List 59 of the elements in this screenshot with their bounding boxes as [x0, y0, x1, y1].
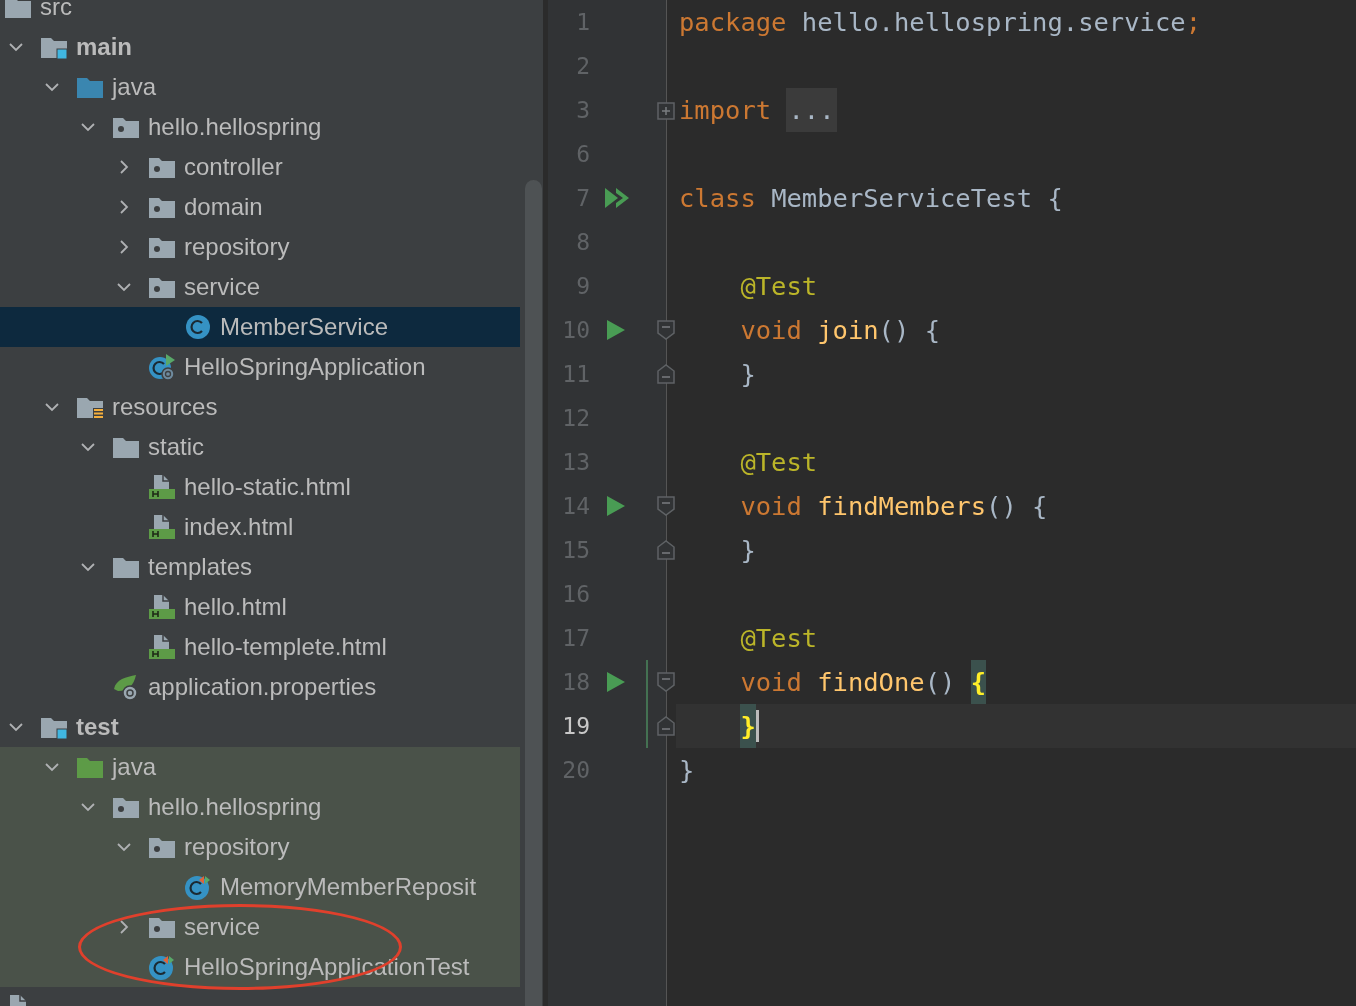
code-line: } — [739, 358, 756, 391]
fold-marker-icon[interactable] — [656, 495, 676, 517]
folder-name[interactable]: repository — [184, 827, 290, 867]
folder-name[interactable]: test — [76, 707, 119, 747]
folder-name[interactable]: domain — [184, 187, 263, 227]
folder-name[interactable]: main — [76, 27, 132, 67]
file-name[interactable]: HelloSpringApplication — [184, 347, 426, 387]
class-icon — [184, 313, 212, 341]
code-line: void findOne() { — [679, 660, 987, 704]
code-line: class MemberServiceTest { — [679, 182, 1063, 215]
folder-name[interactable]: service — [184, 907, 261, 947]
html-file-icon — [148, 513, 176, 541]
test-class-icon — [184, 873, 212, 901]
class-run-icon — [148, 353, 176, 381]
folder-name[interactable]: hello.hellospring — [148, 107, 322, 147]
folder-name[interactable]: hello.hellospring — [148, 787, 322, 827]
text-cursor — [755, 710, 759, 742]
code-line: @Test — [739, 446, 818, 479]
folder-name[interactable]: java — [112, 747, 157, 787]
expand-fold-icon[interactable] — [656, 99, 676, 121]
selected-row[interactable]: MemberService — [0, 307, 520, 347]
code-line: void findMembers() { — [739, 490, 1048, 523]
code-line: package hello.hellospring.service; — [679, 6, 1201, 39]
test-class-icon — [148, 953, 176, 981]
leaf-gear-icon — [112, 673, 140, 701]
fold-marker-icon[interactable] — [656, 539, 676, 561]
file-name[interactable]: hello-templete.html — [184, 627, 387, 667]
run-all-icon[interactable] — [604, 186, 630, 210]
file-name[interactable]: hello.html — [184, 587, 287, 627]
code-line: void join() { — [739, 314, 940, 347]
folder-name[interactable]: repository — [184, 227, 290, 267]
folder-name[interactable]: controller — [184, 147, 283, 187]
folder-name[interactable]: java — [112, 67, 157, 107]
html-file-icon — [148, 473, 176, 501]
folder-icon — [4, 0, 32, 21]
fold-marker-icon[interactable] — [656, 363, 676, 385]
file-name[interactable]: index.html — [184, 507, 294, 547]
code-line: } — [679, 704, 756, 748]
code-line: import ... — [679, 88, 837, 132]
line-number: 19 — [561, 712, 590, 741]
folder-name[interactable]: templates — [148, 547, 253, 587]
folder-name[interactable]: src — [40, 0, 72, 27]
code-line: @Test — [739, 622, 818, 655]
fold-marker-icon[interactable] — [656, 715, 676, 737]
folder-name[interactable]: resources — [112, 387, 218, 427]
file-name[interactable]: MemoryMemberReposit — [220, 867, 477, 907]
scrollbar-thumb[interactable] — [525, 180, 542, 1006]
folder-name[interactable]: static — [148, 427, 204, 467]
file-name[interactable]: application.properties — [148, 667, 377, 707]
file-name[interactable]: hello-static.html — [184, 467, 351, 507]
html-file-icon — [148, 633, 176, 661]
fold-marker-icon[interactable] — [656, 319, 676, 341]
folder-name[interactable]: service — [184, 267, 261, 307]
code-line: } — [679, 754, 695, 787]
file-name[interactable]: MemberService — [220, 307, 389, 347]
html-file-icon — [148, 593, 176, 621]
code-line: @Test — [739, 270, 818, 303]
fold-marker-icon[interactable] — [656, 671, 676, 693]
code-line: } — [739, 534, 756, 567]
